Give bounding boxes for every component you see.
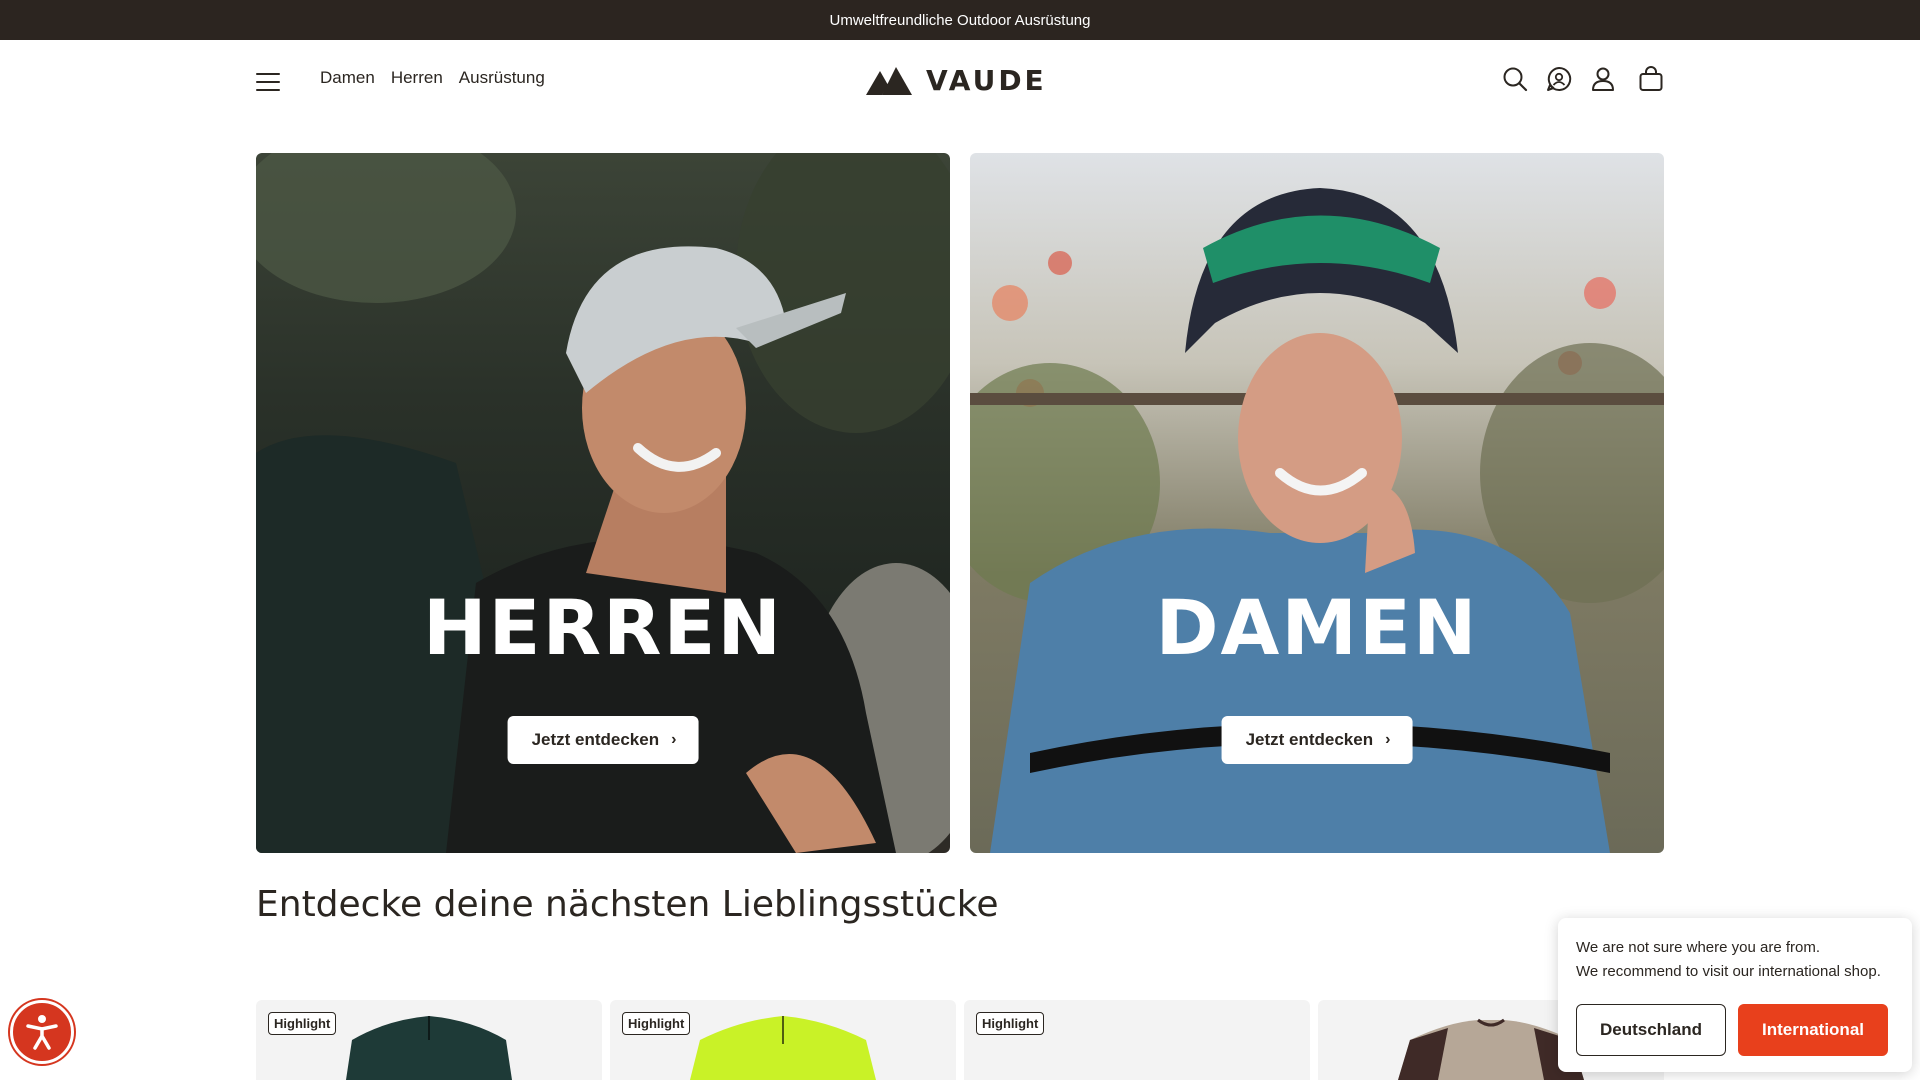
announcement-bar: Umweltfreundliche Outdoor Ausrüstung (0, 0, 1920, 40)
nav-damen[interactable]: Damen (320, 68, 375, 88)
hero-herren[interactable]: HERREN Jetzt entdecken › (256, 153, 950, 853)
search-icon[interactable] (1500, 64, 1530, 94)
country-selector-popup: We are not sure where you are from. We r… (1558, 918, 1912, 1072)
logo-wordmark: VAUDE (926, 63, 1047, 97)
hero-damen[interactable]: DAMEN Jetzt entdecken › (970, 153, 1664, 853)
main-nav: Damen Herren Ausrüstung (320, 68, 545, 88)
hero-herren-cta-button[interactable]: Jetzt entdecken › (507, 716, 699, 764)
nav-ausruestung[interactable]: Ausrüstung (459, 68, 545, 88)
logo[interactable]: VAUDE (866, 62, 1047, 98)
section-title: Entdecke deine nächsten Lieblingsstücke (256, 884, 999, 925)
highlight-badge: Highlight (268, 1012, 337, 1035)
hero-herren-cta-label: Jetzt entdecken (531, 730, 660, 749)
geo-message-line2: We recommend to visit our international … (1576, 963, 1881, 980)
geo-actions: Deutschland International (1576, 1004, 1888, 1056)
hero-damen-cta-button[interactable]: Jetzt entdecken › (1221, 716, 1413, 764)
highlight-badge: Highlight (622, 1012, 691, 1035)
deutschland-button[interactable]: Deutschland (1576, 1004, 1726, 1056)
nav-herren[interactable]: Herren (391, 68, 443, 88)
product-card[interactable]: Highlight (256, 1000, 602, 1080)
geo-message-line1: We are not sure where you are from. (1576, 939, 1820, 956)
hero-herren-title: HERREN (422, 583, 784, 672)
international-button[interactable]: International (1738, 1004, 1888, 1056)
account-icon[interactable] (1588, 64, 1618, 94)
shopping-bag-icon[interactable] (1636, 64, 1666, 94)
chat-support-icon[interactable] (1544, 64, 1574, 94)
hero-damen-cta-label: Jetzt entdecken (1245, 730, 1374, 749)
hamburger-menu-icon[interactable] (256, 66, 288, 98)
product-card[interactable]: Highlight (610, 1000, 956, 1080)
product-list: Highlight Highlight Highlight (256, 1000, 1664, 1080)
site-header: Damen Herren Ausrüstung VAUDE (0, 40, 1920, 123)
header-actions (1500, 64, 1666, 94)
announcement-text: Umweltfreundliche Outdoor Ausrüstung (829, 11, 1091, 29)
hero-damen-title: DAMEN (1155, 583, 1479, 672)
chevron-right-icon: › (1385, 731, 1391, 748)
chevron-right-icon: › (671, 731, 677, 748)
highlight-badge: Highlight (976, 1012, 1045, 1035)
accessibility-icon[interactable] (10, 1000, 74, 1064)
product-card[interactable]: Highlight (964, 1000, 1310, 1080)
logo-mountain-icon (866, 67, 912, 95)
